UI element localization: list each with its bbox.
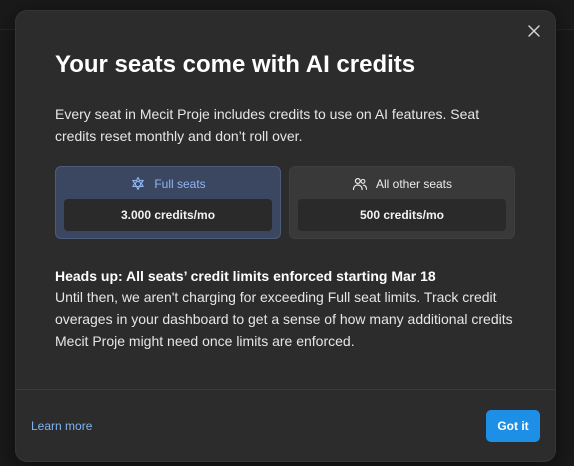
full-seats-credits: 3.000 credits/mo (64, 199, 272, 231)
other-seats-label: All other seats (375, 177, 453, 191)
full-seats-label: Full seats (154, 177, 206, 191)
dialog-title: Your seats come with AI credits (55, 51, 416, 78)
footer-divider (16, 389, 555, 390)
dialog-intro: Every seat in Mecit Proje includes credi… (55, 106, 480, 144)
full-seats-header: Full seats (56, 175, 280, 193)
other-seats-header: All other seats (290, 175, 514, 193)
notice-body: Until then, we aren't charging for excee… (55, 289, 513, 349)
full-seats-card[interactable]: Full seats 3.000 credits/mo (55, 166, 281, 239)
notice-title: Heads up: All seats’ credit limits enfor… (55, 268, 436, 284)
close-button[interactable] (525, 22, 543, 40)
users-icon (352, 177, 368, 191)
full-seat-icon (132, 176, 145, 191)
other-seats-credits: 500 credits/mo (298, 199, 506, 231)
learn-more-link[interactable]: Learn more (31, 419, 92, 433)
close-icon (528, 25, 540, 37)
ai-credits-dialog: Your seats come with AI credits Every se… (15, 10, 556, 462)
got-it-button[interactable]: Got it (486, 410, 540, 442)
other-seats-card[interactable]: All other seats 500 credits/mo (289, 166, 515, 239)
